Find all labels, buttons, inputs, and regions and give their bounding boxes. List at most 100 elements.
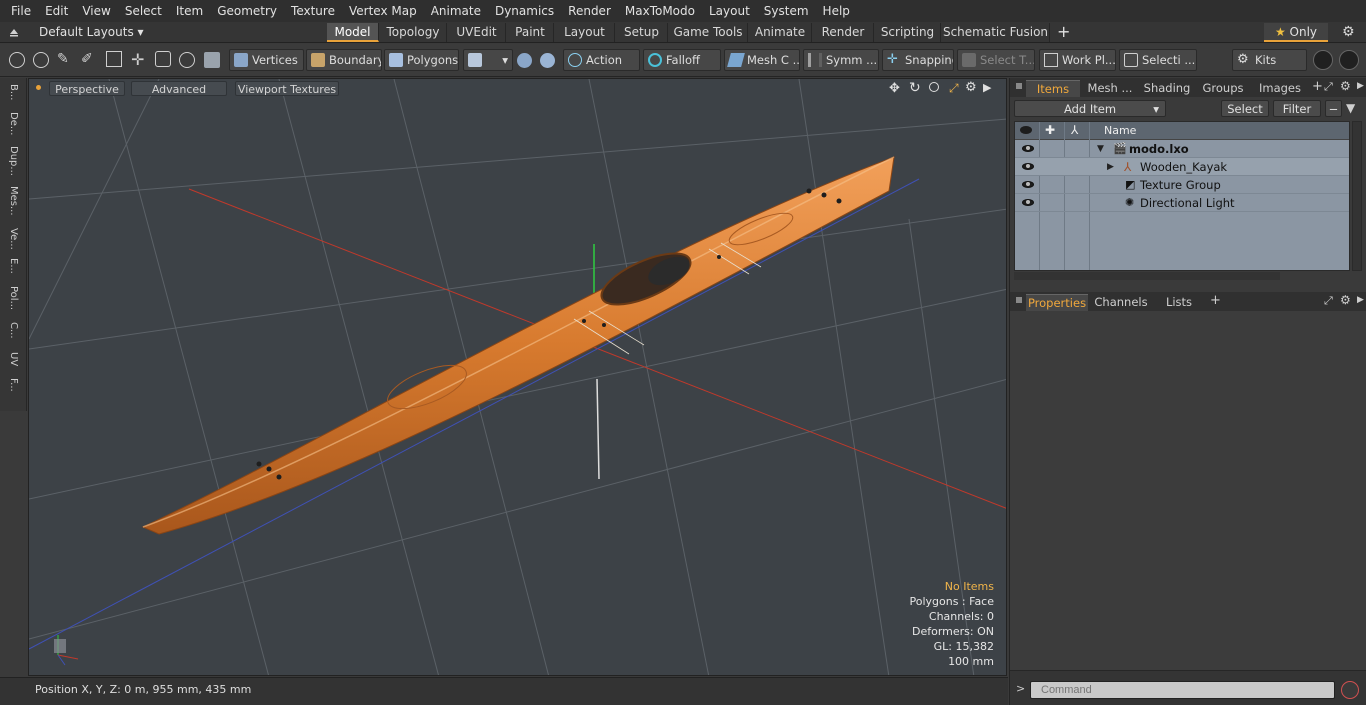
shield-plus-icon[interactable]	[540, 53, 555, 68]
menu-view[interactable]: View	[75, 0, 117, 22]
transform-icon[interactable]: ✛	[131, 50, 144, 69]
strip-tab-duplicate[interactable]: Dup...	[5, 146, 21, 176]
selection-sets-button[interactable]: Selecti ...	[1119, 49, 1197, 71]
select-through-button[interactable]: Select T...	[957, 49, 1035, 71]
kits-button[interactable]: ⚙ Kits	[1232, 49, 1307, 71]
tab-animate[interactable]: Animate	[749, 23, 812, 42]
pen-icon[interactable]: ✎	[57, 51, 69, 67]
tab-uvedit[interactable]: UVEdit	[448, 23, 506, 42]
tab-properties[interactable]: Properties	[1026, 294, 1088, 311]
boundary-button[interactable]: Boundary	[306, 49, 382, 71]
3d-viewport[interactable]: Perspective Advanced Viewport Textures ✥…	[28, 78, 1007, 676]
menu-item[interactable]: Item	[169, 0, 210, 22]
zoom-icon[interactable]	[929, 82, 939, 92]
circle-select-icon[interactable]	[9, 52, 25, 68]
shield-icon[interactable]	[517, 53, 532, 68]
unreal-icon[interactable]	[1339, 50, 1359, 70]
globe-icon[interactable]	[33, 52, 49, 68]
strip-tab-uv[interactable]: UV	[5, 352, 21, 366]
cube-icon[interactable]	[204, 52, 220, 68]
tab-render[interactable]: Render	[813, 23, 874, 42]
collapse-arrow-icon[interactable]: ▼	[1097, 140, 1104, 158]
unity-icon[interactable]	[1313, 50, 1333, 70]
collapse-button[interactable]: −	[1325, 100, 1342, 117]
eye-icon[interactable]	[1022, 199, 1034, 206]
tab-paint[interactable]: Paint	[507, 23, 554, 42]
panel-gear-icon[interactable]: ⚙	[1340, 79, 1351, 93]
tab-images[interactable]: Images	[1252, 80, 1308, 97]
panel-menu-icon[interactable]	[1016, 83, 1022, 89]
tab-model[interactable]: Model	[327, 23, 379, 42]
expand-icon[interactable]: ⤢	[1324, 294, 1333, 308]
filter-button[interactable]: Filter	[1273, 100, 1321, 117]
panel-arrow-icon[interactable]: ▶	[1357, 81, 1364, 91]
item-row-scene[interactable]: ▼ 🎬 modo.lxo	[1015, 140, 1349, 158]
filter-icon[interactable]: ▼	[1346, 101, 1355, 115]
menu-dynamics[interactable]: Dynamics	[488, 0, 561, 22]
gear-icon[interactable]: ⚙	[1342, 24, 1355, 40]
viewport-textures-button[interactable]: Viewport Textures	[235, 81, 339, 96]
brush-icon[interactable]: ✐	[81, 51, 93, 67]
strip-tab-curve[interactable]: C...	[5, 322, 21, 339]
menu-animate[interactable]: Animate	[424, 0, 488, 22]
strip-tab-vertex[interactable]: Ve...	[5, 228, 21, 250]
item-list-hscrollbar[interactable]	[1014, 272, 1280, 280]
viewport-gear-icon[interactable]: ⚙	[965, 80, 977, 95]
tab-items[interactable]: Items	[1026, 80, 1080, 97]
strip-tab-fusion[interactable]: F...	[5, 378, 21, 392]
tab-groups[interactable]: Groups	[1196, 80, 1250, 97]
menu-render[interactable]: Render	[561, 0, 618, 22]
tab-scripting[interactable]: Scripting	[875, 23, 941, 42]
align-icon[interactable]	[106, 51, 122, 67]
strip-tab-deform[interactable]: De...	[5, 112, 21, 135]
add-item-dropdown[interactable]: Add Item ▾	[1014, 100, 1166, 117]
viewport-expand-icon[interactable]: ▶	[983, 81, 991, 94]
menu-select[interactable]: Select	[118, 0, 169, 22]
strip-tab-mesh-edit[interactable]: Mes...	[5, 186, 21, 216]
perspective-button[interactable]: Perspective	[49, 81, 125, 96]
element-icon[interactable]	[155, 51, 171, 67]
mesh-constraint-button[interactable]: Mesh C ...	[724, 49, 800, 71]
menu-file[interactable]: File	[4, 0, 38, 22]
tab-channels[interactable]: Channels	[1092, 294, 1150, 311]
add-tab-icon[interactable]: +	[1312, 79, 1323, 94]
tab-schematic-fusion[interactable]: Schematic Fusion	[942, 23, 1050, 42]
menu-texture[interactable]: Texture	[284, 0, 342, 22]
falloff-button[interactable]: Falloff	[643, 49, 721, 71]
item-row-texture-group[interactable]: ◩ Texture Group	[1015, 176, 1349, 194]
panel-menu-icon[interactable]	[1016, 297, 1022, 303]
advanced-button[interactable]: Advanced	[131, 81, 227, 96]
menu-maxtomodo[interactable]: MaxToModo	[618, 0, 702, 22]
add-tab-icon[interactable]: +	[1057, 22, 1070, 41]
menu-system[interactable]: System	[757, 0, 816, 22]
item-row-mesh[interactable]: ▶ ⅄ Wooden_Kayak	[1015, 158, 1349, 176]
add-tab-icon[interactable]: +	[1210, 293, 1221, 308]
eye-icon[interactable]	[1022, 181, 1034, 188]
expand-arrow-icon[interactable]: ▶	[1107, 158, 1114, 176]
tab-game-tools[interactable]: Game Tools	[669, 23, 748, 42]
menu-geometry[interactable]: Geometry	[210, 0, 284, 22]
menu-vertex-map[interactable]: Vertex Map	[342, 0, 424, 22]
snapping-button[interactable]: ✛ Snapping	[882, 49, 954, 71]
soft-select-icon[interactable]	[179, 52, 195, 68]
maximize-icon[interactable]: ⤢	[949, 81, 959, 96]
work-plane-button[interactable]: Work Pl...	[1039, 49, 1116, 71]
menu-help[interactable]: Help	[816, 0, 857, 22]
name-column-header[interactable]: Name	[1104, 124, 1136, 137]
vertices-button[interactable]: Vertices	[229, 49, 304, 71]
layout-menu-icon[interactable]	[8, 26, 20, 38]
pan-icon[interactable]: ✥	[889, 81, 900, 96]
only-toggle[interactable]: ★ Only	[1264, 23, 1328, 42]
tab-lists[interactable]: Lists	[1154, 294, 1204, 311]
command-input[interactable]	[1030, 681, 1335, 699]
menu-layout[interactable]: Layout	[702, 0, 757, 22]
action-center-button[interactable]: Action	[563, 49, 640, 71]
strip-tab-polygon[interactable]: Pol...	[5, 286, 21, 310]
item-list-scrollbar[interactable]	[1352, 121, 1362, 271]
panel-arrow-icon[interactable]: ▶	[1357, 295, 1364, 305]
menu-edit[interactable]: Edit	[38, 0, 75, 22]
eye-icon[interactable]	[1022, 163, 1034, 170]
polygons-button[interactable]: Polygons	[384, 49, 459, 71]
tab-mesh[interactable]: Mesh ...	[1082, 80, 1138, 97]
eye-icon[interactable]	[1022, 145, 1034, 152]
